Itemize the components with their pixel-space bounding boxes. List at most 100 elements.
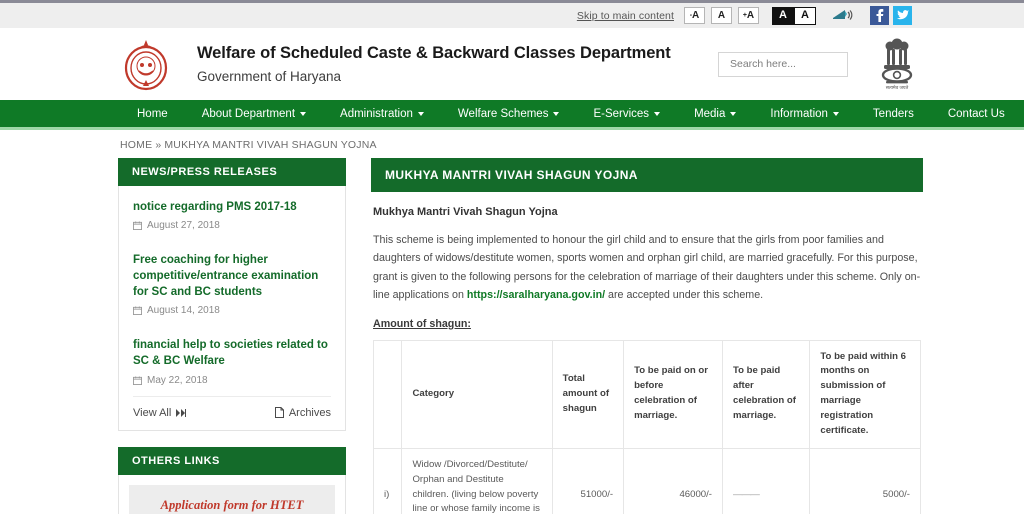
news-item-title[interactable]: notice regarding PMS 2017-18: [133, 199, 331, 215]
news-date-text: August 27, 2018: [147, 220, 220, 232]
cell-total: 51000/-: [551, 447, 625, 514]
nav-label: E-Services: [593, 107, 650, 120]
nav-label: Welfare Schemes: [457, 107, 549, 120]
column-header-total: Total amount of shagun: [551, 339, 625, 449]
decrease-font-label: A: [692, 9, 700, 21]
column-header-category: Category: [401, 339, 553, 449]
nav-item-welfare-schemes[interactable]: Welfare Schemes: [441, 99, 577, 129]
increase-font-button[interactable]: + A: [738, 7, 759, 24]
column-header-six-months: To be paid within 6 months on submission…: [809, 339, 921, 449]
archives-link[interactable]: Archives: [274, 406, 331, 419]
chevron-down-icon: [300, 112, 307, 116]
nav-item-information[interactable]: Information: [753, 99, 856, 129]
chevron-down-icon: [654, 112, 661, 116]
social-links: [870, 6, 912, 25]
news-date-text: May 22, 2018: [147, 374, 208, 386]
table-row: i) Widow /Divorced/Destitute/ Orphan and…: [372, 447, 921, 514]
nav-label: Information: [770, 107, 828, 120]
scheme-description: This scheme is being implemented to hono…: [373, 231, 921, 305]
accessibility-topbar: Skip to main content -A A + A A A: [0, 0, 1024, 28]
news-item-title[interactable]: financial help to societies related to S…: [133, 337, 331, 369]
news-list-item[interactable]: Free coaching for higher competitive/ent…: [133, 241, 331, 326]
nav-item-tenders[interactable]: Tenders: [856, 99, 931, 129]
news-list-item[interactable]: notice regarding PMS 2017-18 August 27, …: [133, 188, 331, 241]
skip-to-main-content-link[interactable]: Skip to main content: [577, 10, 674, 22]
nav-item-about-department[interactable]: About Department: [185, 99, 323, 129]
news-list-item[interactable]: financial help to societies related to S…: [133, 326, 331, 395]
cell-index: i): [372, 447, 403, 514]
news-date-text: August 14, 2018: [147, 305, 220, 317]
site-title: Welfare of Scheduled Caste & Backward Cl…: [197, 43, 671, 62]
others-links-body: Application form for HTET Application fo…: [118, 474, 346, 514]
nav-label: Administration: [340, 107, 413, 120]
nav-item-contact-us[interactable]: Contact Us: [931, 99, 1022, 129]
nav-label: Home: [137, 107, 168, 120]
others-links-panel: OTHERS LINKS Application form for HTET A…: [118, 446, 346, 514]
breadcrumb-separator: »: [155, 139, 162, 151]
news-panel-body: notice regarding PMS 2017-18 August 27, …: [118, 186, 346, 431]
scheme-subtitle: Mukhya Mantri Vivah Shagun Yojna: [373, 206, 558, 218]
normal-font-button[interactable]: A: [711, 7, 732, 24]
shagun-amount-table: Category Total amount of shagun To be pa…: [372, 339, 921, 514]
column-header-index: [372, 339, 403, 449]
twitter-link[interactable]: [893, 6, 912, 25]
facebook-link[interactable]: [870, 6, 889, 25]
nav-item-home[interactable]: Home: [120, 99, 185, 129]
contrast-toggle-group: A A: [772, 6, 816, 25]
breadcrumb-home-link[interactable]: HOME: [120, 139, 152, 151]
site-subtitle: Government of Haryana: [197, 69, 342, 85]
news-panel: NEWS/PRESS RELEASES notice regarding PMS…: [118, 158, 346, 431]
decrease-font-button[interactable]: -A: [684, 7, 705, 24]
nav-item-administration[interactable]: Administration: [323, 99, 441, 129]
nav-label: About Department: [201, 107, 296, 120]
chevron-down-icon: [832, 112, 839, 116]
high-contrast-button[interactable]: A: [772, 6, 794, 25]
nav-item-e-services[interactable]: E-Services: [576, 99, 677, 129]
table-header-row: Category Total amount of shagun To be pa…: [372, 339, 921, 449]
header-titles: Welfare of Scheduled Caste & Backward Cl…: [197, 44, 671, 84]
cell-six-months: 5000/-: [809, 447, 921, 514]
header-right-group: सत्यमेव जयते: [718, 28, 918, 100]
news-item-date: August 14, 2018: [133, 305, 331, 316]
news-panel-footer: View All Archives: [133, 395, 331, 430]
emblem-caption: सत्यमेव जयते: [886, 84, 909, 90]
increase-font-label: A: [746, 9, 755, 21]
nav-label: Tenders: [872, 107, 914, 120]
normal-font-label: A: [717, 9, 726, 21]
facebook-icon: [876, 9, 883, 22]
site-header: Welfare of Scheduled Caste & Backward Cl…: [0, 28, 1024, 100]
column-header-after-marriage: To be paid after celebration of marriage…: [721, 339, 811, 449]
chevron-down-icon: [417, 112, 424, 116]
other-link-htet-form[interactable]: Application form for HTET: [129, 484, 335, 514]
cell-before-marriage: 46000/-: [623, 447, 723, 514]
nav-label: Media: [694, 107, 726, 120]
main-content-body: Mukhya Mantri Vivah Shagun Yojna This sc…: [371, 192, 923, 514]
nav-item-media[interactable]: Media: [677, 99, 753, 129]
breadcrumb-current: MUKHYA MANTRI VIVAH SHAGUN YOJNA: [164, 139, 377, 151]
page-body: NEWS/PRESS RELEASES notice regarding PMS…: [0, 158, 1024, 514]
haryana-state-crest-icon: [124, 40, 168, 91]
archive-document-icon: [274, 407, 284, 419]
calendar-icon: [133, 376, 142, 385]
news-item-title[interactable]: Free coaching for higher competitive/ent…: [133, 252, 331, 300]
view-all-link[interactable]: View All: [133, 407, 187, 419]
screen-reader-icon[interactable]: [832, 9, 854, 23]
others-links-heading: OTHERS LINKS: [118, 446, 346, 475]
page-title: MUKHYA MANTRI VIVAH SHAGUN YOJNA: [371, 158, 923, 192]
archives-label: Archives: [288, 406, 331, 419]
ashoka-emblem-icon: सत्यमेव जयते: [881, 38, 913, 90]
cell-after-marriage: ———: [721, 447, 811, 514]
amount-of-shagun-label: Amount of shagun:: [373, 317, 471, 330]
news-item-date: August 27, 2018: [133, 220, 331, 231]
description-part2: are accepted under this scheme.: [605, 289, 764, 302]
main-navigation: Home About Department Administration Wel…: [0, 100, 1024, 130]
chevron-down-icon: [553, 112, 560, 116]
normal-contrast-button[interactable]: A: [794, 6, 816, 25]
table-header: Category Total amount of shagun To be pa…: [372, 339, 921, 449]
saral-haryana-link[interactable]: https://saralharyana.gov.in/: [467, 289, 605, 301]
cell-category: Widow /Divorced/Destitute/ Orphan and De…: [401, 447, 553, 514]
fast-forward-icon: [176, 408, 187, 417]
chevron-down-icon: [730, 112, 737, 116]
search-box[interactable]: [718, 51, 867, 77]
search-input[interactable]: [728, 57, 867, 71]
